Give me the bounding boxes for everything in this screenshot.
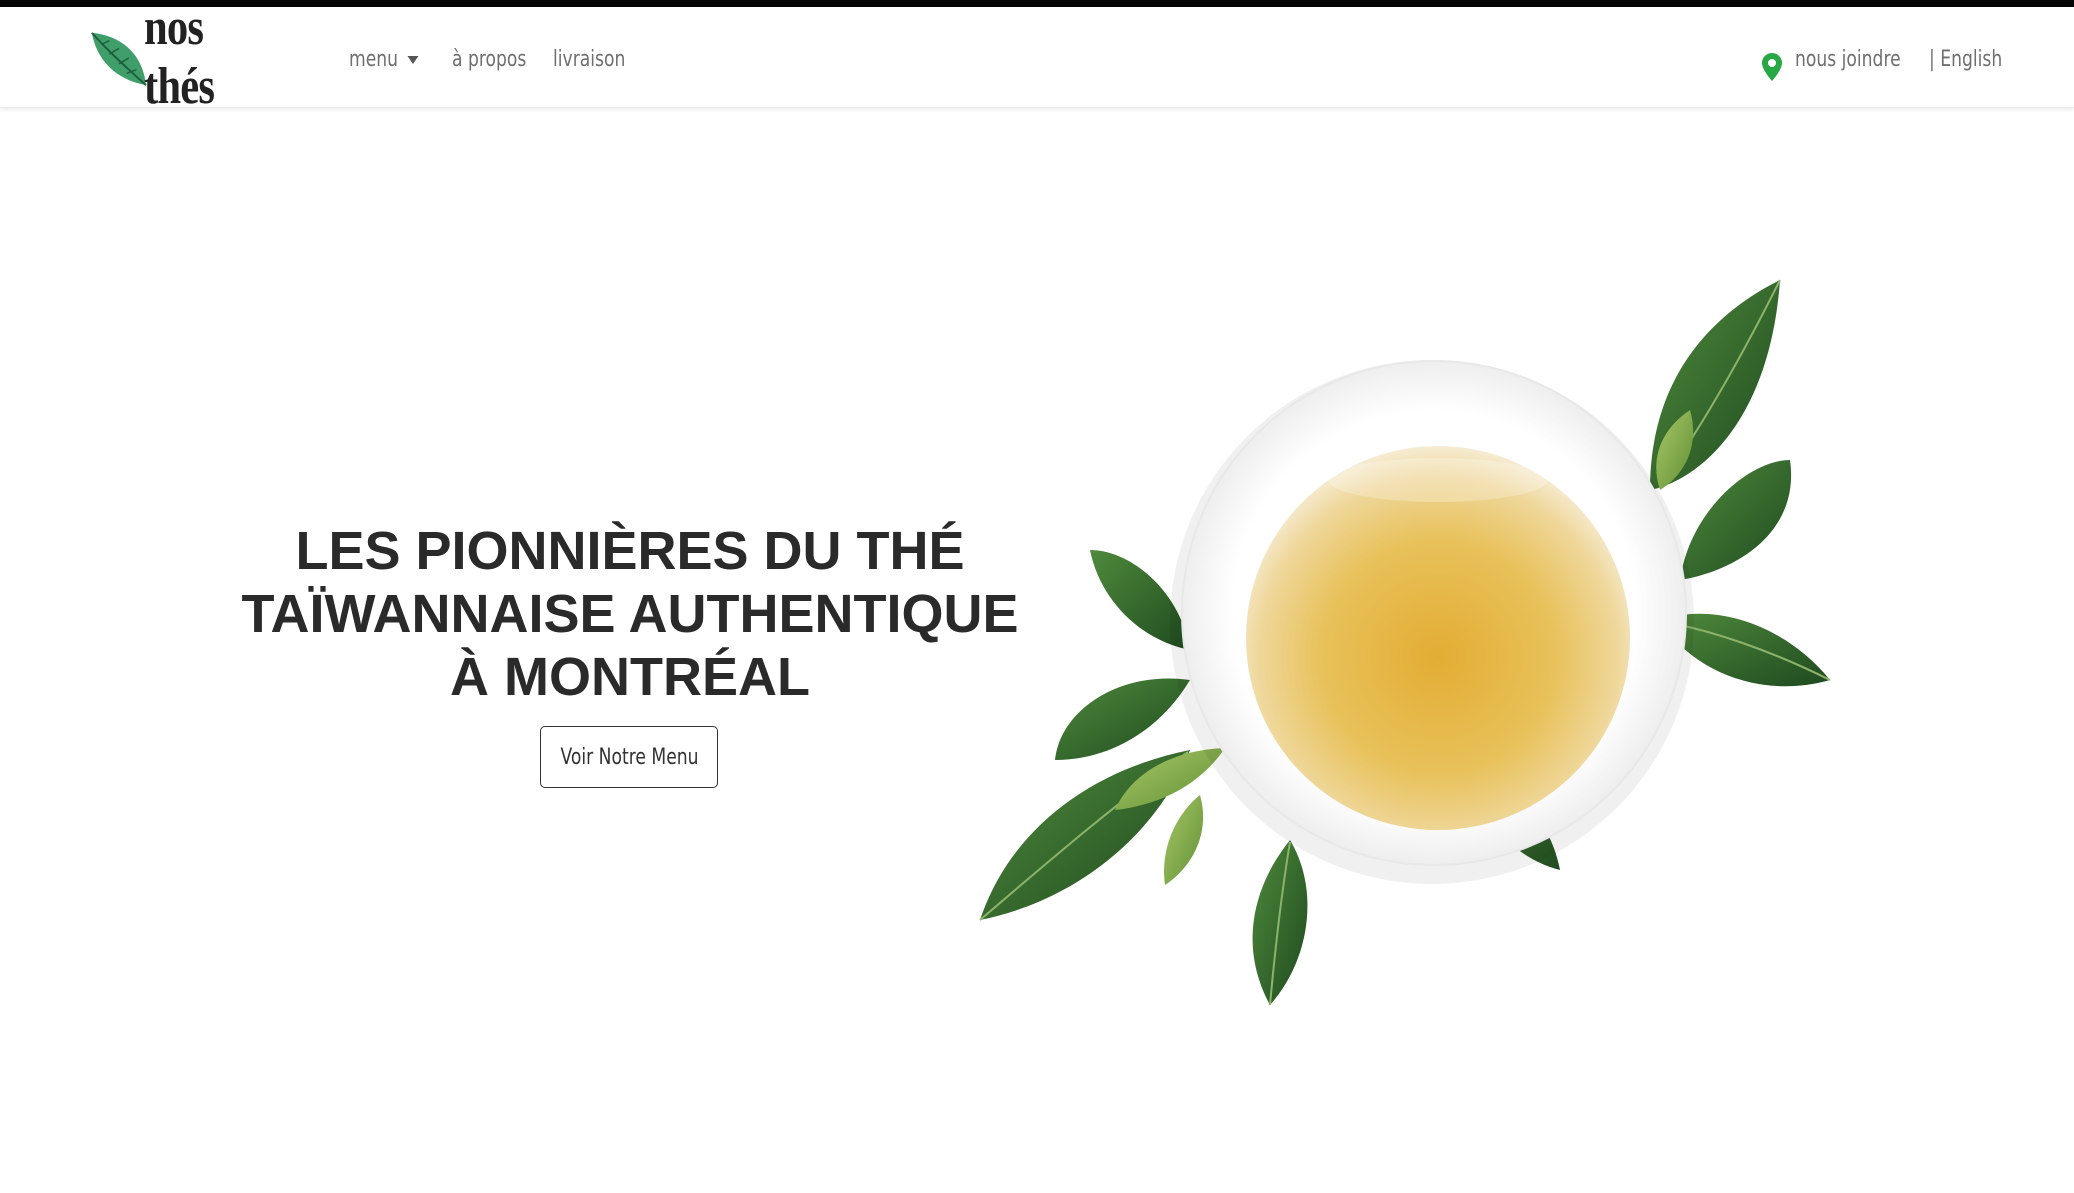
- tea-leaf: [1252, 840, 1308, 1006]
- navbar: nos thés menu à propos livraison nous jo…: [0, 0, 2074, 115]
- hero-title-line: LES PIONNIÈRES DU THÉ: [295, 521, 965, 581]
- nav-language-link[interactable]: | English: [1929, 47, 2002, 72]
- view-menu-button-label: Voir Notre Menu: [559, 744, 699, 770]
- nav-about-link[interactable]: à propos: [452, 47, 526, 72]
- tea-leaf: [1680, 460, 1792, 580]
- tea-liquid: [1246, 446, 1630, 830]
- nav-contact-link[interactable]: nous joindre: [1795, 47, 1901, 72]
- leaf-logo-icon: [91, 32, 147, 86]
- brand-name: nos thés: [143, 0, 215, 115]
- nav-delivery-link[interactable]: livraison: [553, 47, 625, 72]
- tea-leaf: [1164, 795, 1204, 885]
- top-border: [0, 0, 2074, 7]
- hero-title-line: À MONTRÉAL: [450, 647, 810, 707]
- brand-logo[interactable]: nos thés: [88, 0, 308, 115]
- hero-title-line: TAÏWANNAISE AUTHENTIQUE: [241, 584, 1019, 644]
- hero-title: LES PIONNIÈRES DU THÉ TAÏWANNAISE AUTHEN…: [210, 520, 1050, 709]
- view-menu-button[interactable]: Voir Notre Menu: [540, 726, 718, 788]
- nav-menu-label: menu: [349, 47, 399, 72]
- map-pin-icon: [1762, 53, 1782, 81]
- tea-cup-image: [979, 279, 1831, 1006]
- tea-leaf: [1055, 678, 1190, 760]
- chevron-down-icon: [407, 56, 419, 64]
- nav-menu-dropdown[interactable]: menu: [349, 47, 419, 72]
